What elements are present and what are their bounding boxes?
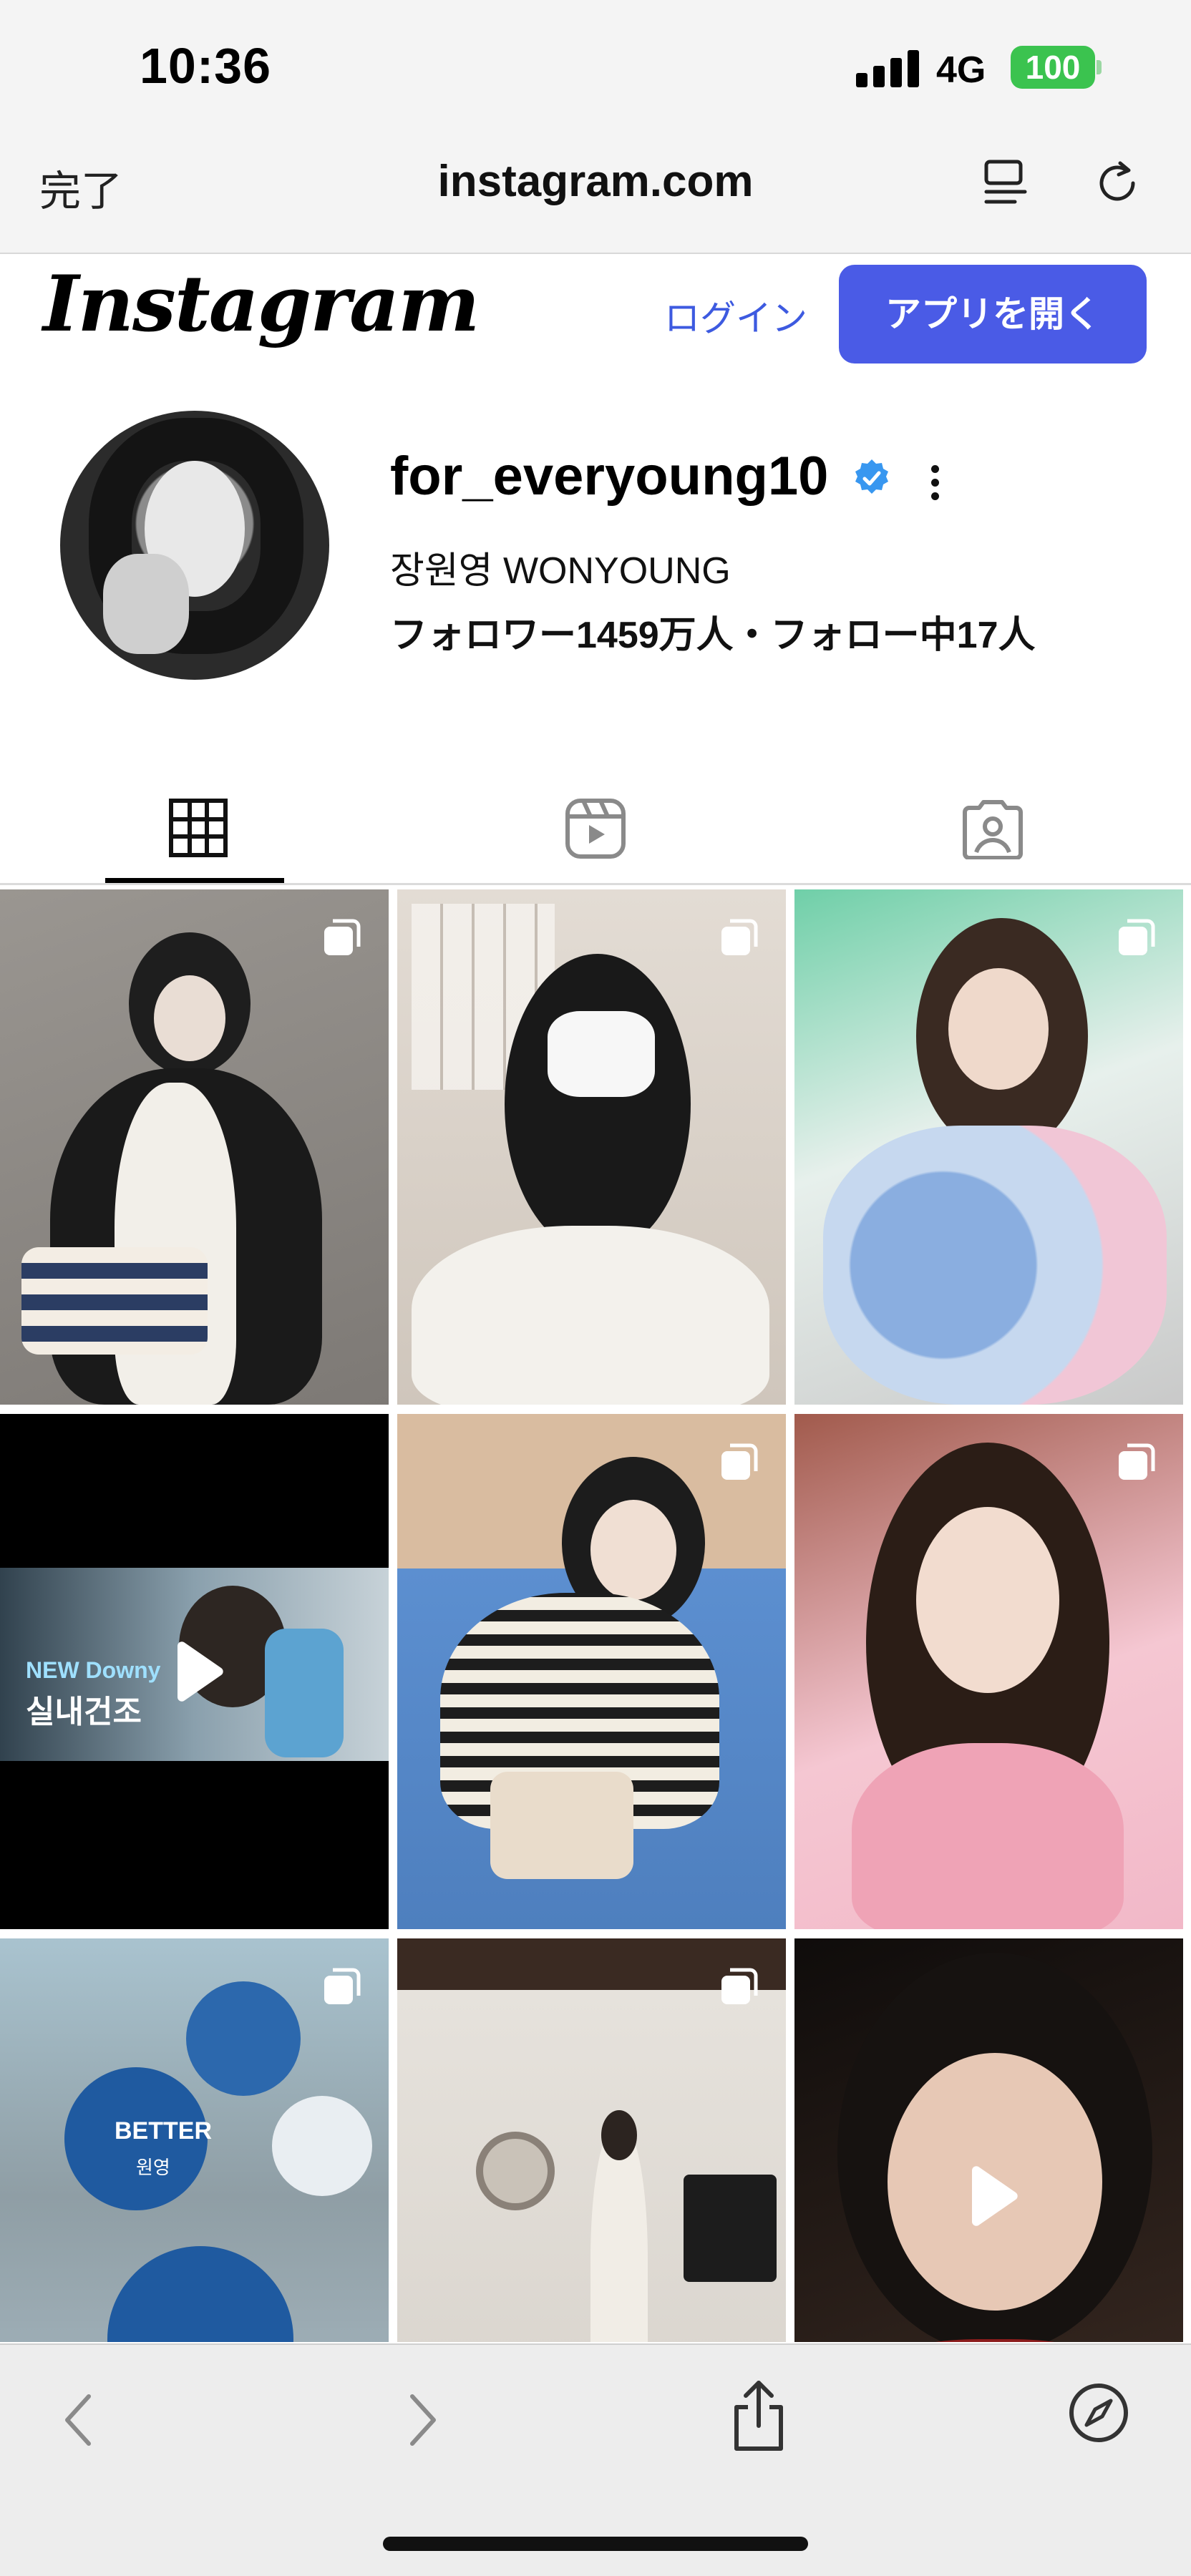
- profile-tabs: [0, 769, 1191, 885]
- reload-icon[interactable]: [1092, 157, 1143, 209]
- battery-tip: [1097, 60, 1102, 74]
- carousel-icon: [324, 1968, 361, 2004]
- post-thumbnail[interactable]: [397, 1414, 786, 1929]
- tab-tagged[interactable]: [794, 769, 1191, 885]
- tab-posts[interactable]: [0, 769, 397, 885]
- network-label: 4G: [936, 49, 986, 91]
- profile-username: for_everyoung10: [390, 446, 829, 507]
- post-overlay-text: BETTER: [115, 2117, 212, 2145]
- post-grid: NEW Downy 실내건조 BETTER 원영: [0, 889, 1191, 2342]
- active-tab-indicator: [105, 878, 284, 883]
- profile-stats[interactable]: フォロワー1459万人・フォロー中17人: [390, 605, 1036, 658]
- grid-icon: [169, 799, 228, 857]
- back-icon[interactable]: [57, 2388, 100, 2452]
- post-overlay-text: 실내건조: [26, 1694, 142, 1729]
- status-bar: 10:36 4G 100: [0, 0, 1191, 136]
- login-link[interactable]: ログイン: [664, 290, 807, 341]
- post-thumbnail[interactable]: NEW Downy 실내건조: [0, 1414, 389, 1929]
- avatar[interactable]: [60, 411, 329, 680]
- share-icon[interactable]: [726, 2377, 791, 2456]
- more-options-icon[interactable]: [928, 465, 942, 505]
- tagged-icon: [963, 800, 1023, 859]
- post-thumbnail[interactable]: [397, 889, 786, 1405]
- compass-icon[interactable]: [1066, 2381, 1131, 2445]
- carousel-icon: [721, 1443, 758, 1480]
- signal-icon: [856, 50, 922, 87]
- post-overlay-text: 원영: [136, 2157, 170, 2178]
- post-overlay-text: NEW Downy: [26, 1657, 161, 1683]
- reader-mode-icon[interactable]: [981, 157, 1031, 208]
- open-app-button[interactable]: アプリを開く: [839, 265, 1147, 364]
- battery-icon: 100: [1011, 46, 1095, 89]
- carousel-icon: [721, 919, 758, 955]
- forward-icon[interactable]: [401, 2388, 444, 2452]
- carousel-icon: [1119, 919, 1155, 955]
- instagram-logo[interactable]: Instagram: [43, 259, 480, 349]
- browser-bar: 完了 instagram.com: [0, 136, 1191, 254]
- reels-icon: [565, 799, 626, 859]
- play-icon: [971, 2166, 1018, 2226]
- post-thumbnail[interactable]: [794, 1938, 1183, 2342]
- carousel-icon: [1119, 1443, 1155, 1480]
- post-thumbnail[interactable]: [397, 1938, 786, 2342]
- play-icon: [177, 1641, 223, 1702]
- status-time: 10:36: [140, 38, 272, 94]
- home-indicator: [383, 2537, 808, 2551]
- carousel-icon: [324, 919, 361, 955]
- profile-full-name: 장원영 WONYOUNG: [390, 550, 731, 592]
- carousel-icon: [721, 1968, 758, 2004]
- post-thumbnail[interactable]: [794, 889, 1183, 1405]
- avatar-hand: [103, 554, 189, 654]
- verified-badge-icon: [855, 459, 888, 494]
- post-thumbnail[interactable]: [0, 889, 389, 1405]
- post-thumbnail[interactable]: BETTER 원영: [0, 1938, 389, 2342]
- tab-reels[interactable]: [397, 769, 794, 885]
- post-thumbnail[interactable]: [794, 1414, 1183, 1929]
